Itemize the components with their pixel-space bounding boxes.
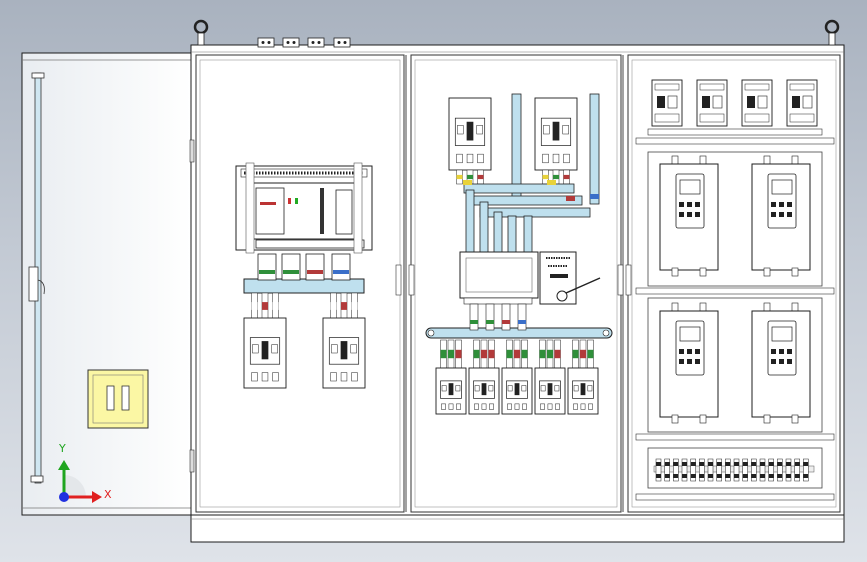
roof-vent: [257, 37, 275, 48]
terminal-block: [803, 458, 809, 482]
axis-x-label: X: [104, 488, 112, 501]
phase-leads: [440, 339, 462, 369]
terminal-block: [759, 458, 766, 482]
main-breaker: [235, 162, 373, 254]
phase-leads: [506, 339, 528, 369]
terminal-block: [690, 458, 696, 482]
terminal-block: [664, 458, 670, 482]
door-handle[interactable]: [87, 369, 149, 429]
breaker: [534, 97, 578, 171]
breaker: [468, 367, 500, 415]
soft-starter: [659, 155, 719, 277]
terminal-block: [699, 458, 705, 482]
roof-vent: [333, 37, 351, 48]
relay: [651, 79, 683, 127]
breaker: [322, 317, 366, 389]
phase-leads: [572, 339, 594, 369]
cad-viewport[interactable]: Y X: [0, 0, 867, 562]
phase-leads: [330, 292, 358, 320]
terminal-block: [794, 458, 800, 482]
lifting-eye-right: [824, 19, 840, 46]
breaker: [448, 97, 492, 171]
relay: [696, 79, 728, 127]
breaker: [501, 367, 533, 415]
breaker: [243, 317, 287, 389]
terminal-block: [716, 458, 722, 482]
soft-starter: [659, 302, 719, 424]
terminal-block: [681, 458, 688, 482]
soft-starter: [751, 302, 811, 424]
terminal-block: [785, 458, 792, 482]
terminal-block: [742, 458, 748, 482]
terminal-block: [655, 458, 662, 482]
axis-y-label: Y: [59, 442, 66, 455]
lifting-eye-left: [193, 19, 209, 46]
roof-vent: [307, 37, 325, 48]
roof-vent: [282, 37, 300, 48]
breaker: [534, 367, 566, 415]
cabinet-drawing: [21, 19, 845, 543]
terminal-block: [673, 458, 679, 482]
breaker: [567, 367, 599, 415]
terminal-block: [725, 458, 731, 482]
terminal-block: [751, 458, 757, 482]
middle-outgoing-breakers: [435, 339, 599, 415]
breaker: [435, 367, 467, 415]
terminal-block: [768, 458, 774, 482]
terminal-block: [707, 458, 714, 482]
soft-starter: [751, 155, 811, 277]
phase-leads: [251, 292, 279, 320]
relay: [741, 79, 773, 127]
terminal-block: [777, 458, 783, 482]
open-door: [21, 52, 193, 516]
phase-leads: [473, 339, 495, 369]
relay: [786, 79, 818, 127]
terminal-block: [733, 458, 740, 482]
phase-leads: [539, 339, 561, 369]
